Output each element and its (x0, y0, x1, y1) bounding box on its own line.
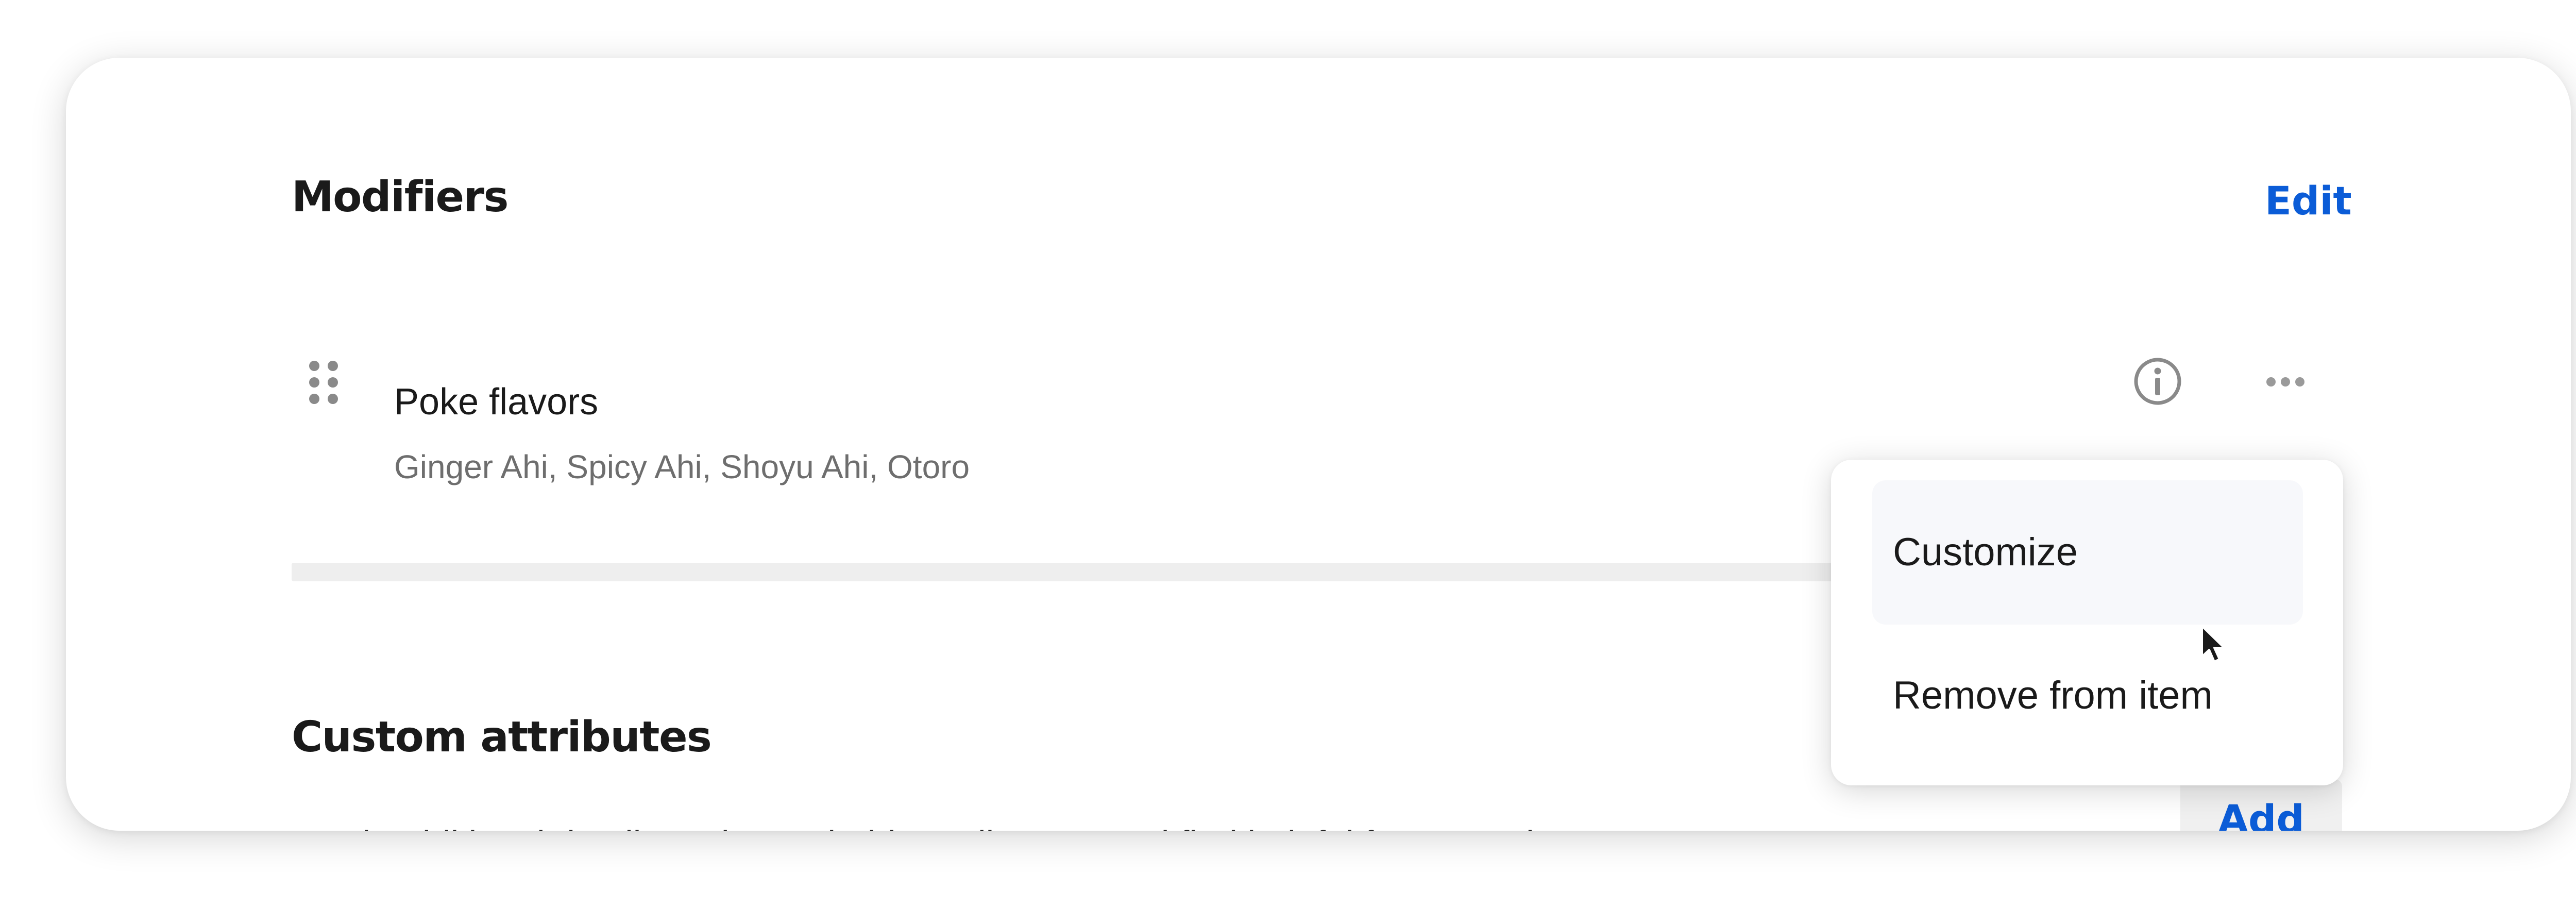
edit-modifiers-button[interactable]: Edit (2265, 181, 2352, 221)
menu-item-label: Customize (1893, 530, 2078, 574)
menu-item-label: Remove from item (1893, 674, 2213, 717)
mouse-pointer-icon (2200, 625, 2232, 664)
modifier-options-list: Ginger Ahi, Spicy Ahi, Shoyu Ahi, Otoro (394, 448, 970, 485)
menu-item-remove-from-item[interactable]: Remove from item (1872, 625, 2303, 769)
drag-handle-icon[interactable] (308, 359, 339, 406)
custom-attributes-description: Track additional details and searchable … (292, 826, 1574, 831)
add-button-label: Add (2218, 796, 2304, 831)
info-icon[interactable] (2132, 356, 2183, 407)
section-divider (292, 563, 1899, 581)
modifiers-heading: Modifiers (292, 173, 509, 222)
modifier-context-menu: Customize Remove from item (1831, 460, 2343, 785)
add-custom-attribute-button[interactable]: Add (2180, 779, 2342, 831)
modifier-set-name: Poke flavors (394, 381, 599, 423)
item-details-card: Modifiers Edit Poke flavors Ginger Ahi, … (66, 58, 2571, 831)
custom-attributes-heading: Custom attributes (292, 713, 712, 762)
more-horizontal-icon[interactable] (2260, 369, 2311, 395)
menu-item-customize[interactable]: Customize (1872, 480, 2303, 625)
